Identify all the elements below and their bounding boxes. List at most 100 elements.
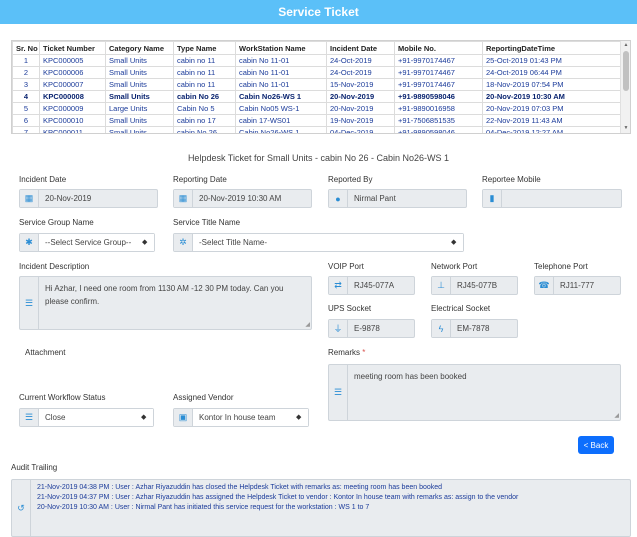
reported-by-field: ● Nirmal Pant [328,189,467,208]
table-row[interactable]: 4 KPC000008 Small Units cabin No 26 Cabin No… [12,90,621,103]
service-title-label: Service Title Name [173,218,241,227]
table-cell: 5 [12,102,40,115]
list-icon: ☰ [20,277,39,329]
required-marker: * [362,348,366,357]
incident-description-textarea[interactable]: ☰ Hi Azhar, I need one room from 1130 AM… [19,276,312,330]
reportee-mobile-field: ▮ [482,189,622,208]
table-row[interactable]: 6 KPC000010 Small Units cabin no 17 cabin 17… [12,114,621,127]
column-header[interactable]: Type Name [173,41,236,55]
table-cell: cabin No 11-01 [235,78,327,91]
table-cell: 20-Nov-2019 [326,102,395,115]
ticket-subtitle: Helpdesk Ticket for Small Units - cabin … [187,153,450,163]
phone-icon: ☎ [535,277,554,294]
incident-description-value: Hi Azhar, I need one room from 1130 AM -… [45,284,284,306]
voip-port-field: ⇄ RJ45-077A [328,276,415,295]
table-row[interactable]: 1 KPC000005 Small Units cabin no 11 cabin No… [12,54,621,67]
table-cell: Small Units [105,114,174,127]
network-port-field: ⊥ RJ45-077B [431,276,518,295]
remarks-value: meeting room has been booked [354,372,467,381]
table-cell: +91-9890016958 [394,102,483,115]
table-cell: 20-Nov-2019 [326,90,395,103]
column-header[interactable]: Sr. No [12,41,40,55]
scroll-up-icon[interactable]: ▲ [621,41,630,50]
ticket-grid: Sr. No Ticket Number Category Name Type … [11,40,631,134]
table-cell: +91-9970174467 [394,66,483,79]
workflow-status-select[interactable]: ☰ Close ◆ [19,408,154,427]
table-cell: Small Units [105,66,174,79]
assigned-vendor-label: Assigned Vendor [173,393,234,402]
table-scrollbar[interactable]: ▲ ▼ [620,41,630,133]
audit-line: 20-Nov-2019 10:30 AM : User : Nirmal Pan… [37,504,370,511]
incident-description-label: Incident Description [19,262,90,271]
table-cell: cabin no 11 [173,54,236,67]
table-cell: KPC000006 [39,66,106,79]
telephone-port-field: ☎ RJ11-777 [534,276,621,295]
table-cell: 24-Oct-2019 [326,66,395,79]
mobile-icon: ▮ [483,190,502,207]
table-cell: Large Units [105,102,174,115]
briefcase-icon: ▣ [174,409,193,426]
table-cell: cabin no 11 [173,78,236,91]
remarks-label-text: Remarks [328,348,361,357]
table-cell: 24-Oct-2019 06:44 PM [482,66,621,79]
table-row[interactable]: 3 KPC000007 Small Units cabin no 11 cabin No… [12,78,621,91]
table-cell: 20-Nov-2019 07:03 PM [482,102,621,115]
column-header[interactable]: ReportingDateTime [482,41,621,55]
attachment-label: Attachment [25,348,66,357]
chevron-down-icon: ◆ [141,409,153,426]
electrical-socket-label: Electrical Socket [431,304,491,313]
audit-trail-box: ↺ 21-Nov-2019 04:38 PM : User : Azhar Ri… [11,479,631,537]
chevron-down-icon: ◆ [142,234,154,251]
assigned-vendor-select[interactable]: ▣ Kontor In house team ◆ [173,408,309,427]
network-port-value: RJ45-077B [457,281,498,290]
table-cell: cabin no 17 [173,114,236,127]
column-header[interactable]: Ticket Number [39,41,106,55]
table-cell: +91-9970174467 [394,78,483,91]
scroll-down-icon[interactable]: ▼ [621,124,630,133]
table-cell: 2 [12,66,40,79]
back-button[interactable]: < Back [578,436,614,454]
table-row[interactable]: 5 KPC000009 Large Units Cabin No 5 Cabin No0… [12,102,621,115]
electrical-socket-value: EM-7878 [457,324,490,333]
shuffle-icon: ⇄ [329,277,348,294]
service-group-select[interactable]: ✱ --Select Service Group-- ◆ [19,233,155,252]
remarks-textarea[interactable]: ☰ meeting room has been booked ◢ [328,364,621,421]
table-cell: 1 [12,54,40,67]
history-icon: ↺ [12,480,31,536]
table-cell: cabin No 26 [173,90,236,103]
ups-socket-field: ⏚ E-9878 [328,319,415,338]
list-icon: ☰ [20,409,39,426]
table-cell: 22-Nov-2019 11:43 AM [482,114,621,127]
table-cell: Cabin No26-WS 1 [235,90,327,103]
service-group-label: Service Group Name [19,218,94,227]
column-header[interactable]: Mobile No. [394,41,483,55]
chevron-down-icon: ◆ [451,234,463,251]
table-cell: KPC000009 [39,102,106,115]
service-title-value: -Select Title Name- [193,234,451,251]
scrollbar-thumb[interactable] [623,51,629,91]
reportee-mobile-value [502,190,621,207]
table-cell: KPC000010 [39,114,106,127]
table-cell: 6 [12,114,40,127]
resize-handle-icon[interactable]: ◢ [614,412,619,419]
table-cell: +91-9890598046 [394,126,483,133]
calendar-icon: ▦ [174,190,193,207]
resize-handle-icon[interactable]: ◢ [305,321,310,328]
audit-line: 21-Nov-2019 04:37 PM : User : Azhar Riya… [37,494,519,501]
table-cell: 04-Dec-2019 12:27 AM [482,126,621,133]
table-cell: KPC000005 [39,54,106,67]
bolt-icon: ϟ [432,320,451,337]
column-header[interactable]: Incident Date [326,41,395,55]
table-cell: +91-9970174467 [394,54,483,67]
service-title-select[interactable]: ✲ -Select Title Name- ◆ [173,233,464,252]
table-cell: Small Units [105,90,174,103]
reportee-mobile-label: Reportee Mobile [482,175,541,184]
column-header[interactable]: Category Name [105,41,174,55]
table-cell: 3 [12,78,40,91]
table-cell: cabin no 11 [173,66,236,79]
table-row[interactable]: 7 KPC000011 Small Units cabin No 26 Cabin No… [12,126,621,133]
column-header[interactable]: WorkStation Name [235,41,327,55]
table-cell: 20-Nov-2019 10:30 AM [482,90,621,103]
gear-icon: ✱ [20,234,39,251]
table-row[interactable]: 2 KPC000006 Small Units cabin no 11 cabin No… [12,66,621,79]
